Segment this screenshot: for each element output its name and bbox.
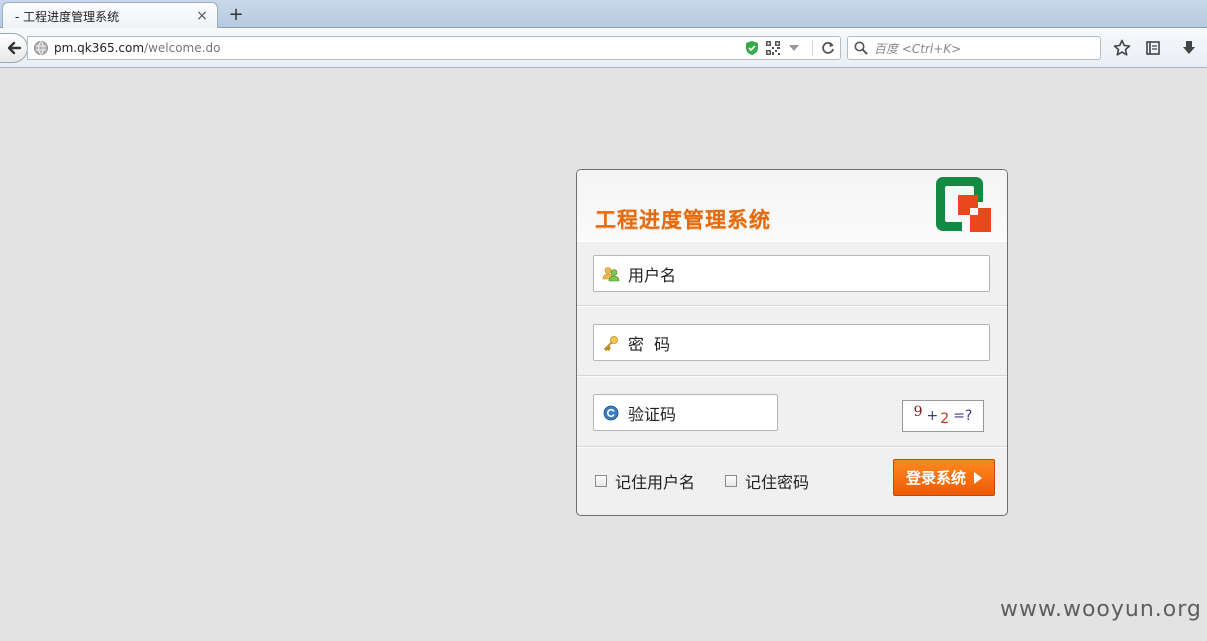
bookmark-star-icon[interactable] <box>1112 38 1132 58</box>
remember-username[interactable]: 记住用户名 <box>595 469 695 493</box>
url-path: /welcome.do <box>144 41 221 55</box>
key-icon <box>602 334 620 352</box>
back-arrow-icon <box>7 41 21 55</box>
globe-icon <box>34 41 48 55</box>
remember-password-label: 记住密码 <box>745 473 810 492</box>
reload-icon[interactable] <box>819 39 837 57</box>
url-separator <box>812 40 813 56</box>
username-placeholder: 用户名 <box>628 265 677 285</box>
password-placeholder: 密 码 <box>628 334 671 354</box>
system-title: 工程进度管理系统 <box>595 207 771 232</box>
row-divider <box>577 446 1007 448</box>
login-button[interactable]: 登录系统 <box>893 459 995 496</box>
remember-password-checkbox[interactable] <box>725 475 737 487</box>
remember-password[interactable]: 记住密码 <box>725 469 809 493</box>
login-panel: 工程进度管理系统 用户名 密 码 验证码 9 + 2 =? 记住用户名 记住密码… <box>576 169 1008 516</box>
close-icon[interactable]: × <box>193 7 211 25</box>
captcha-field[interactable]: 验证码 <box>593 394 778 431</box>
remember-username-label: 记住用户名 <box>615 473 696 492</box>
remember-username-checkbox[interactable] <box>595 475 607 487</box>
tab-strip: - 工程进度管理系统 × + <box>0 0 1207 29</box>
tab-title: - 工程进度管理系统 <box>15 9 120 24</box>
users-icon <box>602 265 620 283</box>
url-host: pm.qk365.com <box>54 41 145 55</box>
search-placeholder: 百度 <Ctrl+K> <box>874 41 962 56</box>
address-bar[interactable]: pm.qk365.com/welcome.do <box>27 36 841 60</box>
refresh-circle-icon <box>602 404 620 422</box>
search-icon <box>854 41 868 55</box>
row-divider <box>577 375 1007 377</box>
captcha-digit-a: 9 <box>913 404 923 420</box>
back-button[interactable] <box>0 33 28 63</box>
url-text[interactable]: pm.qk365.com/welcome.do <box>54 41 743 55</box>
qr-code-icon[interactable] <box>764 39 782 57</box>
dropdown-arrow-icon[interactable] <box>785 39 803 57</box>
navigation-bar: pm.qk365.com/welcome.do 百度 <Ctrl+K> <box>0 28 1207 68</box>
captcha-operator: + <box>926 408 939 424</box>
captcha-image[interactable]: 9 + 2 =? <box>902 400 984 432</box>
watermark: www.wooyun.org <box>1000 597 1202 622</box>
search-input[interactable]: 百度 <Ctrl+K> <box>847 36 1101 60</box>
username-field[interactable]: 用户名 <box>593 255 990 292</box>
download-icon[interactable] <box>1179 38 1199 58</box>
company-logo <box>936 177 991 232</box>
captcha-digit-b: 2 <box>940 411 950 427</box>
captcha-placeholder: 验证码 <box>628 404 677 424</box>
reading-list-icon[interactable] <box>1143 38 1163 58</box>
captcha-equals: =? <box>953 408 973 424</box>
login-header: 工程进度管理系统 <box>577 170 1007 242</box>
browser-tab[interactable]: - 工程进度管理系统 × <box>2 2 218 29</box>
password-field[interactable]: 密 码 <box>593 324 990 361</box>
login-button-label: 登录系统 <box>905 469 966 487</box>
new-tab-button[interactable]: + <box>226 4 246 25</box>
play-arrow-icon <box>974 471 982 484</box>
shield-icon[interactable] <box>743 39 761 57</box>
row-divider <box>577 305 1007 307</box>
